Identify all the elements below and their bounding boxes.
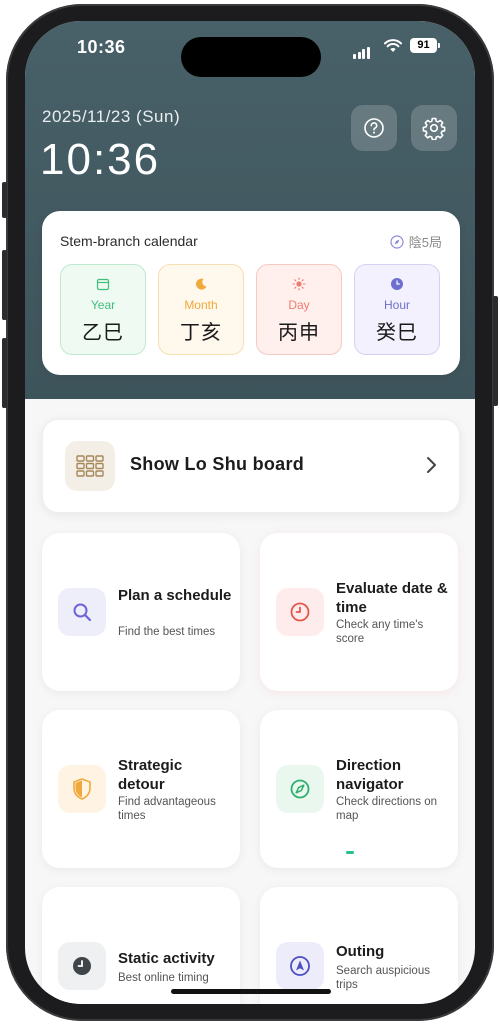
tile-subtitle: Find advantageous times: [118, 796, 216, 822]
dynamic-island: [181, 37, 321, 77]
outing-tile[interactable]: Outing Search auspicious trips: [260, 887, 458, 1004]
pillar-month[interactable]: Month 丁亥: [158, 264, 244, 355]
pillar-hour-value: 癸巳: [376, 322, 418, 344]
compass-icon: [390, 234, 404, 249]
tile-subtitle: Search auspicious trips: [336, 965, 430, 991]
grid-icon: [65, 441, 115, 491]
tile-title: Evaluate date & time: [336, 580, 448, 616]
volume-down-button: [2, 338, 7, 408]
tile-title: Plan a schedule: [118, 587, 232, 604]
calendar-icon: [96, 278, 110, 291]
tile-title: Outing: [336, 943, 385, 960]
calendar-badge-text: 陰5局: [408, 235, 442, 250]
clock-icon: [58, 942, 106, 990]
shield-icon: [58, 765, 106, 813]
tile-subtitle: Check any time's score: [336, 619, 424, 645]
tile-title: Static activity: [118, 950, 215, 967]
pillar-month-label: Month: [184, 298, 218, 312]
compass-icon: [276, 765, 324, 813]
battery-icon: 91: [410, 38, 437, 53]
sun-icon: [292, 277, 306, 291]
static-activity-tile[interactable]: Static activity Best online timing: [42, 887, 240, 1004]
action-button: [2, 182, 7, 218]
wifi-icon: [384, 39, 402, 52]
tile-subtitle: Check directions on map: [336, 796, 437, 822]
cellular-signal-icon: [353, 41, 371, 59]
show-lo-shu-board-button[interactable]: Show Lo Shu board: [42, 419, 460, 513]
clock-icon: [391, 278, 403, 290]
pillar-day-value: 丙申: [278, 322, 320, 344]
pillar-hour-label: Hour: [383, 298, 410, 312]
status-time: 10:36: [77, 37, 126, 57]
home-indicator[interactable]: [171, 989, 331, 994]
clock-icon: [276, 588, 324, 636]
lo-shu-label: Show Lo Shu board: [130, 454, 305, 474]
pillar-month-value: 丁亥: [180, 322, 222, 344]
current-date: 2025/11/23 (Sun): [42, 107, 181, 126]
question-icon: [364, 118, 384, 138]
search-icon: [58, 588, 106, 636]
stem-branch-calendar-card: Stem-branch calendar 陰5局 Year 乙巳 Month 丁…: [42, 211, 460, 375]
help-button[interactable]: [351, 105, 397, 151]
gear-icon: [422, 117, 446, 140]
tile-subtitle: Best online timing: [118, 972, 209, 984]
pillar-day-label: Day: [288, 298, 310, 312]
pillar-day[interactable]: Day 丙申: [256, 264, 342, 355]
scroll-indicator: [346, 851, 354, 854]
tile-title: Direction navigator: [336, 757, 404, 793]
volume-up-button: [2, 250, 7, 320]
tile-title: Strategic detour: [118, 757, 183, 793]
strategic-detour-tile[interactable]: Strategic detour Find advantageous times: [42, 710, 240, 868]
battery-tip: [438, 43, 440, 48]
chevron-right-icon: [427, 457, 436, 473]
power-button: [493, 296, 498, 406]
evaluate-date-time-tile[interactable]: Evaluate date & time Check any time's sc…: [260, 533, 458, 691]
plan-schedule-tile[interactable]: Plan a schedule Find the best times: [42, 533, 240, 691]
calendar-title: Stem-branch calendar: [60, 233, 198, 249]
direction-navigator-tile[interactable]: Direction navigator Check directions on …: [260, 710, 458, 868]
moon-icon: [196, 278, 207, 290]
pillar-year-label: Year: [90, 298, 116, 312]
tile-subtitle: Find the best times: [118, 626, 216, 638]
calendar-badge: 陰5局: [390, 232, 442, 251]
pillar-year-value: 乙巳: [82, 322, 124, 344]
settings-button[interactable]: [411, 105, 457, 151]
app-screen: 10:36 91 2025/11/23 (Sun) 10:36 Stem-bra…: [25, 21, 475, 1004]
current-clock: 10:36: [40, 135, 161, 184]
navigation-arrow-icon: [276, 942, 324, 990]
pillar-year[interactable]: Year 乙巳: [60, 264, 146, 355]
pillar-hour[interactable]: Hour 癸巳: [354, 264, 440, 355]
